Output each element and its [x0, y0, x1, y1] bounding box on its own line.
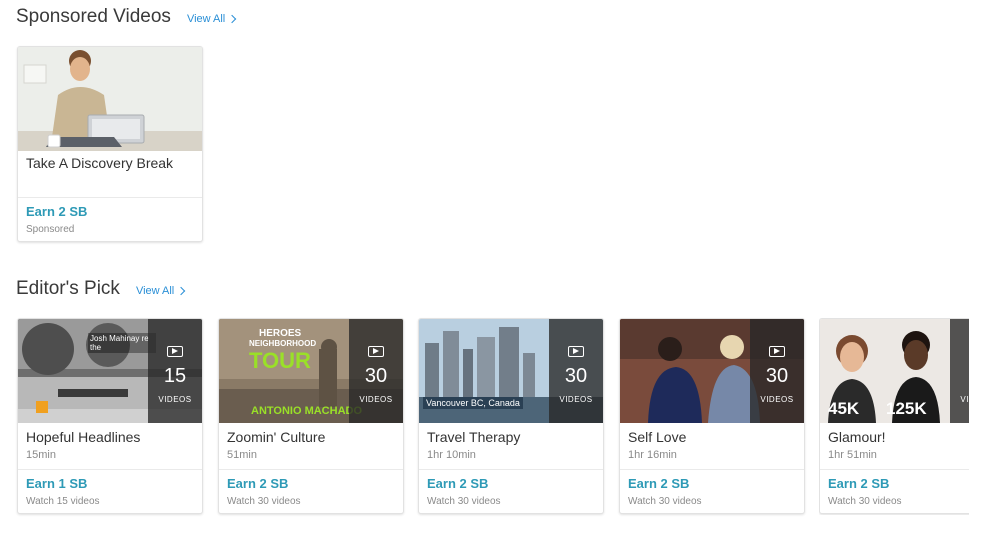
video-thumbnail[interactable]: [18, 47, 202, 151]
videos-label: VIDEOS: [359, 395, 393, 404]
video-thumbnail[interactable]: 45K 125K 3 VIDEOS: [820, 319, 969, 423]
video-thumbnail[interactable]: Josh Mahinay re the 15 VIDEOS: [18, 319, 202, 423]
playlist-card[interactable]: HEROES NEIGHBORHOOD TOUR ANTONIO MACHADO…: [218, 318, 404, 514]
card-duration: 1hr 16min: [628, 449, 677, 461]
watch-label: Watch 15 videos: [26, 496, 100, 507]
editors-view-all-link[interactable]: View All: [135, 285, 186, 297]
card-title: Hopeful Headlines: [26, 429, 141, 445]
chevron-right-icon: [228, 14, 237, 24]
sponsored-card[interactable]: Take A Discovery Break Earn 2 SB Sponsor…: [17, 46, 203, 242]
thumbnail-tour: TOUR: [249, 348, 311, 373]
video-icon: [568, 346, 584, 357]
earn-label: Earn 2 SB: [628, 476, 690, 491]
earn-label: Earn 2 SB: [828, 476, 890, 491]
view-all-label: View All: [135, 285, 175, 297]
card-divider: [18, 197, 202, 198]
playlist-count-overlay: 3 VIDEOS: [950, 319, 969, 423]
playlist-card[interactable]: Vancouver BC, Canada 30 VIDEOS Travel Th…: [418, 318, 604, 514]
sponsored-label: Sponsored: [26, 224, 75, 235]
editors-pick-title: Editor's Pick: [16, 278, 120, 299]
card-title: Glamour!: [828, 429, 886, 445]
card-title: Zoomin' Culture: [227, 429, 326, 445]
card-duration: 15min: [26, 449, 56, 461]
playlist-card[interactable]: 45K 125K 3 VIDEOS Glamour! 1hr 51min Ear…: [819, 318, 969, 514]
watch-label: Watch 30 videos: [828, 496, 902, 507]
videos-label: VIDEOS: [960, 395, 969, 404]
videos-label: VIDEOS: [158, 395, 192, 404]
video-count: 3: [950, 365, 969, 388]
video-icon: [769, 346, 785, 357]
playlist-count-overlay: 30 VIDEOS: [349, 319, 403, 423]
video-thumbnail[interactable]: HEROES NEIGHBORHOOD TOUR ANTONIO MACHADO…: [219, 319, 403, 423]
video-count: 30: [364, 365, 388, 387]
playlist-card[interactable]: Josh Mahinay re the 15 VIDEOS Hopeful He…: [17, 318, 203, 514]
chevron-right-icon: [177, 286, 186, 296]
video-count: 30: [564, 365, 588, 387]
card-title: Take A Discovery Break: [26, 155, 174, 171]
card-duration: 1hr 51min: [828, 449, 877, 461]
thumbnail-heroes: HEROES: [259, 328, 302, 339]
videos-label: VIDEOS: [760, 395, 794, 404]
editors-pick-header: Editor's Pick View All: [16, 278, 186, 308]
card-divider: [419, 469, 603, 470]
card-divider: [219, 469, 403, 470]
playlist-count-overlay: 30 VIDEOS: [549, 319, 603, 423]
card-divider: [820, 469, 969, 470]
videos-label: VIDEOS: [559, 395, 593, 404]
earn-label: Earn 1 SB: [26, 476, 88, 491]
playlist-count-overlay: 30 VIDEOS: [750, 319, 804, 423]
card-title: Self Love: [628, 429, 687, 445]
watch-label: Watch 30 videos: [427, 496, 501, 507]
sponsored-view-all-link[interactable]: View All: [186, 13, 237, 25]
card-duration: 51min: [227, 449, 257, 461]
card-divider: [620, 469, 804, 470]
video-icon: [368, 346, 384, 357]
man-with-laptop-image: [18, 47, 202, 151]
sponsored-section: Sponsored Videos View All: [16, 6, 237, 36]
sponsored-title: Sponsored Videos: [16, 6, 171, 27]
earn-label: Earn 2 SB: [427, 476, 489, 491]
watch-label: Watch 30 videos: [227, 496, 301, 507]
earn-label: Earn 2 SB: [26, 204, 88, 219]
thumbnail-caption: Josh Mahinay re the: [88, 333, 156, 353]
thumbnail-neighborhood: NEIGHBORHOOD: [249, 339, 317, 348]
card-divider: [18, 469, 202, 470]
thumbnail-45k: 45K: [828, 399, 860, 418]
card-clip: 45K 125K 3 VIDEOS Glamour! 1hr 51min Ear…: [819, 318, 969, 515]
editors-pick-section: Editor's Pick View All: [16, 278, 186, 308]
thumbnail-125k: 125K: [886, 399, 927, 418]
playlist-count-overlay: 15 VIDEOS: [148, 319, 202, 423]
video-count: 30: [765, 365, 789, 387]
thumbnail-caption: Vancouver BC, Canada: [423, 397, 523, 409]
video-thumbnail[interactable]: Vancouver BC, Canada 30 VIDEOS: [419, 319, 603, 423]
thumbnail-antonio: ANTONIO MACHADO: [251, 405, 363, 417]
video-count: 15: [163, 365, 187, 387]
view-all-label: View All: [186, 13, 226, 25]
video-thumbnail[interactable]: 30 VIDEOS: [620, 319, 804, 423]
card-duration: 1hr 10min: [427, 449, 476, 461]
playlist-card[interactable]: 30 VIDEOS Self Love 1hr 16min Earn 2 SB …: [619, 318, 805, 514]
sponsored-header: Sponsored Videos View All: [16, 6, 237, 36]
watch-label: Watch 30 videos: [628, 496, 702, 507]
card-title: Travel Therapy: [427, 429, 521, 445]
earn-label: Earn 2 SB: [227, 476, 289, 491]
video-icon: [167, 346, 183, 357]
